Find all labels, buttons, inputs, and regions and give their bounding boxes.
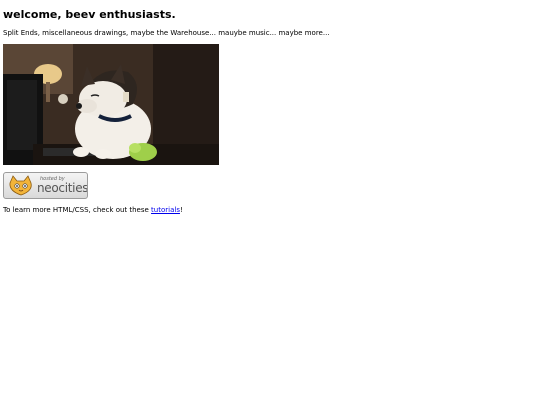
dog-at-computer-photo [3, 44, 219, 165]
intro-text: Split Ends, miscellaneous drawings, mayb… [3, 29, 330, 37]
footer-suffix: ! [179, 206, 183, 214]
page-heading: welcome, beev enthusiasts. [3, 8, 176, 21]
footer-prefix: To learn more HTML/CSS, check out these [3, 206, 152, 214]
tutorials-link[interactable]: tutorials [151, 206, 180, 214]
neocities-cat-icon [9, 175, 32, 196]
hosted-by-neocities-badge[interactable]: hosted by neocities [3, 172, 88, 199]
badge-neocities-text: neocities [37, 181, 88, 195]
footer-text: To learn more HTML/CSS, check out these … [3, 206, 183, 214]
